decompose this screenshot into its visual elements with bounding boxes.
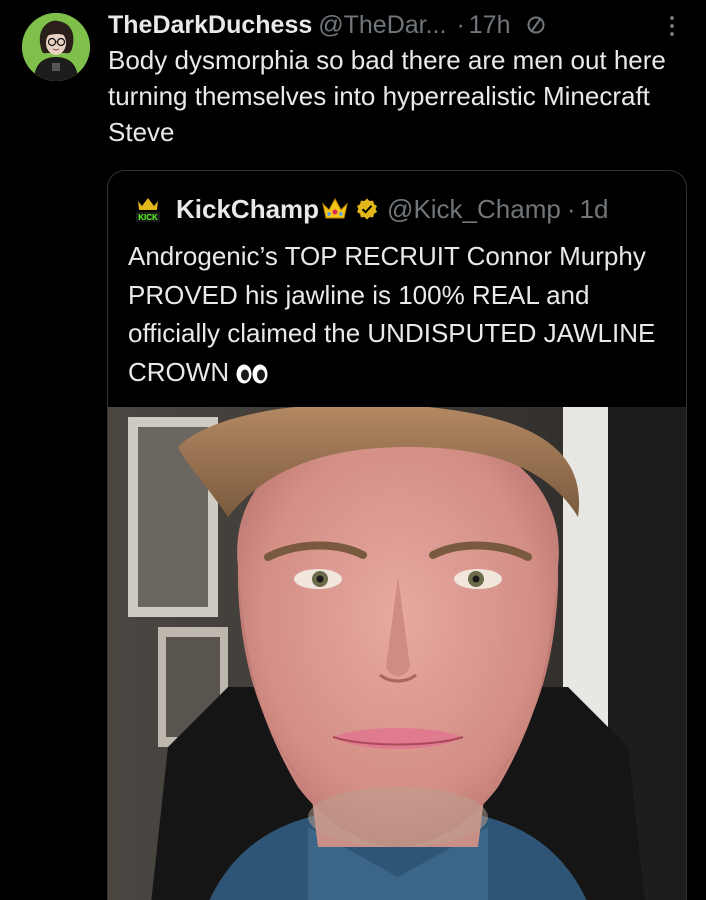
quoted-author-display-name[interactable]: KickChamp (176, 194, 319, 225)
more-dots-icon[interactable] (660, 14, 684, 38)
video-thumbnail[interactable] (108, 407, 686, 900)
author-handle[interactable]: @TheDar... (318, 11, 446, 40)
quoted-tweet-header: KICK KickChamp @Kick_Champ · 1d (132, 189, 608, 229)
quoted-author-handle[interactable]: @Kick_Champ (387, 194, 561, 225)
kick-logo-text: KICK (138, 213, 158, 222)
quoted-post-time[interactable]: 1d (580, 194, 609, 225)
author-avatar[interactable] (22, 13, 90, 81)
quoted-author-avatar[interactable]: KICK (132, 193, 164, 225)
verified-badge-icon[interactable] (355, 197, 379, 221)
tweet-header: TheDarkDuchess @TheDar... · 17h (108, 8, 698, 42)
author-display-name[interactable]: TheDarkDuchess (108, 11, 312, 40)
no-symbol-icon (525, 14, 547, 36)
eyes-icon (235, 363, 269, 385)
tweet[interactable]: TheDarkDuchess @TheDar... · 17h Body dys… (0, 0, 706, 900)
quoted-tweet-text-content: Androgenic’s TOP RECRUIT Connor Murphy P… (128, 241, 656, 387)
quoted-tweet-text: Androgenic’s TOP RECRUIT Connor Murphy P… (128, 237, 668, 391)
quoted-separator-dot: · (566, 193, 576, 224)
tweet-text: Body dysmorphia so bad there are men out… (108, 45, 666, 147)
separator-dot: · (456, 10, 465, 39)
quoted-tweet[interactable]: KICK KickChamp @Kick_Champ · 1d Androgen… (107, 170, 687, 900)
post-time[interactable]: 17h (469, 11, 511, 40)
crown-icon (321, 196, 349, 222)
